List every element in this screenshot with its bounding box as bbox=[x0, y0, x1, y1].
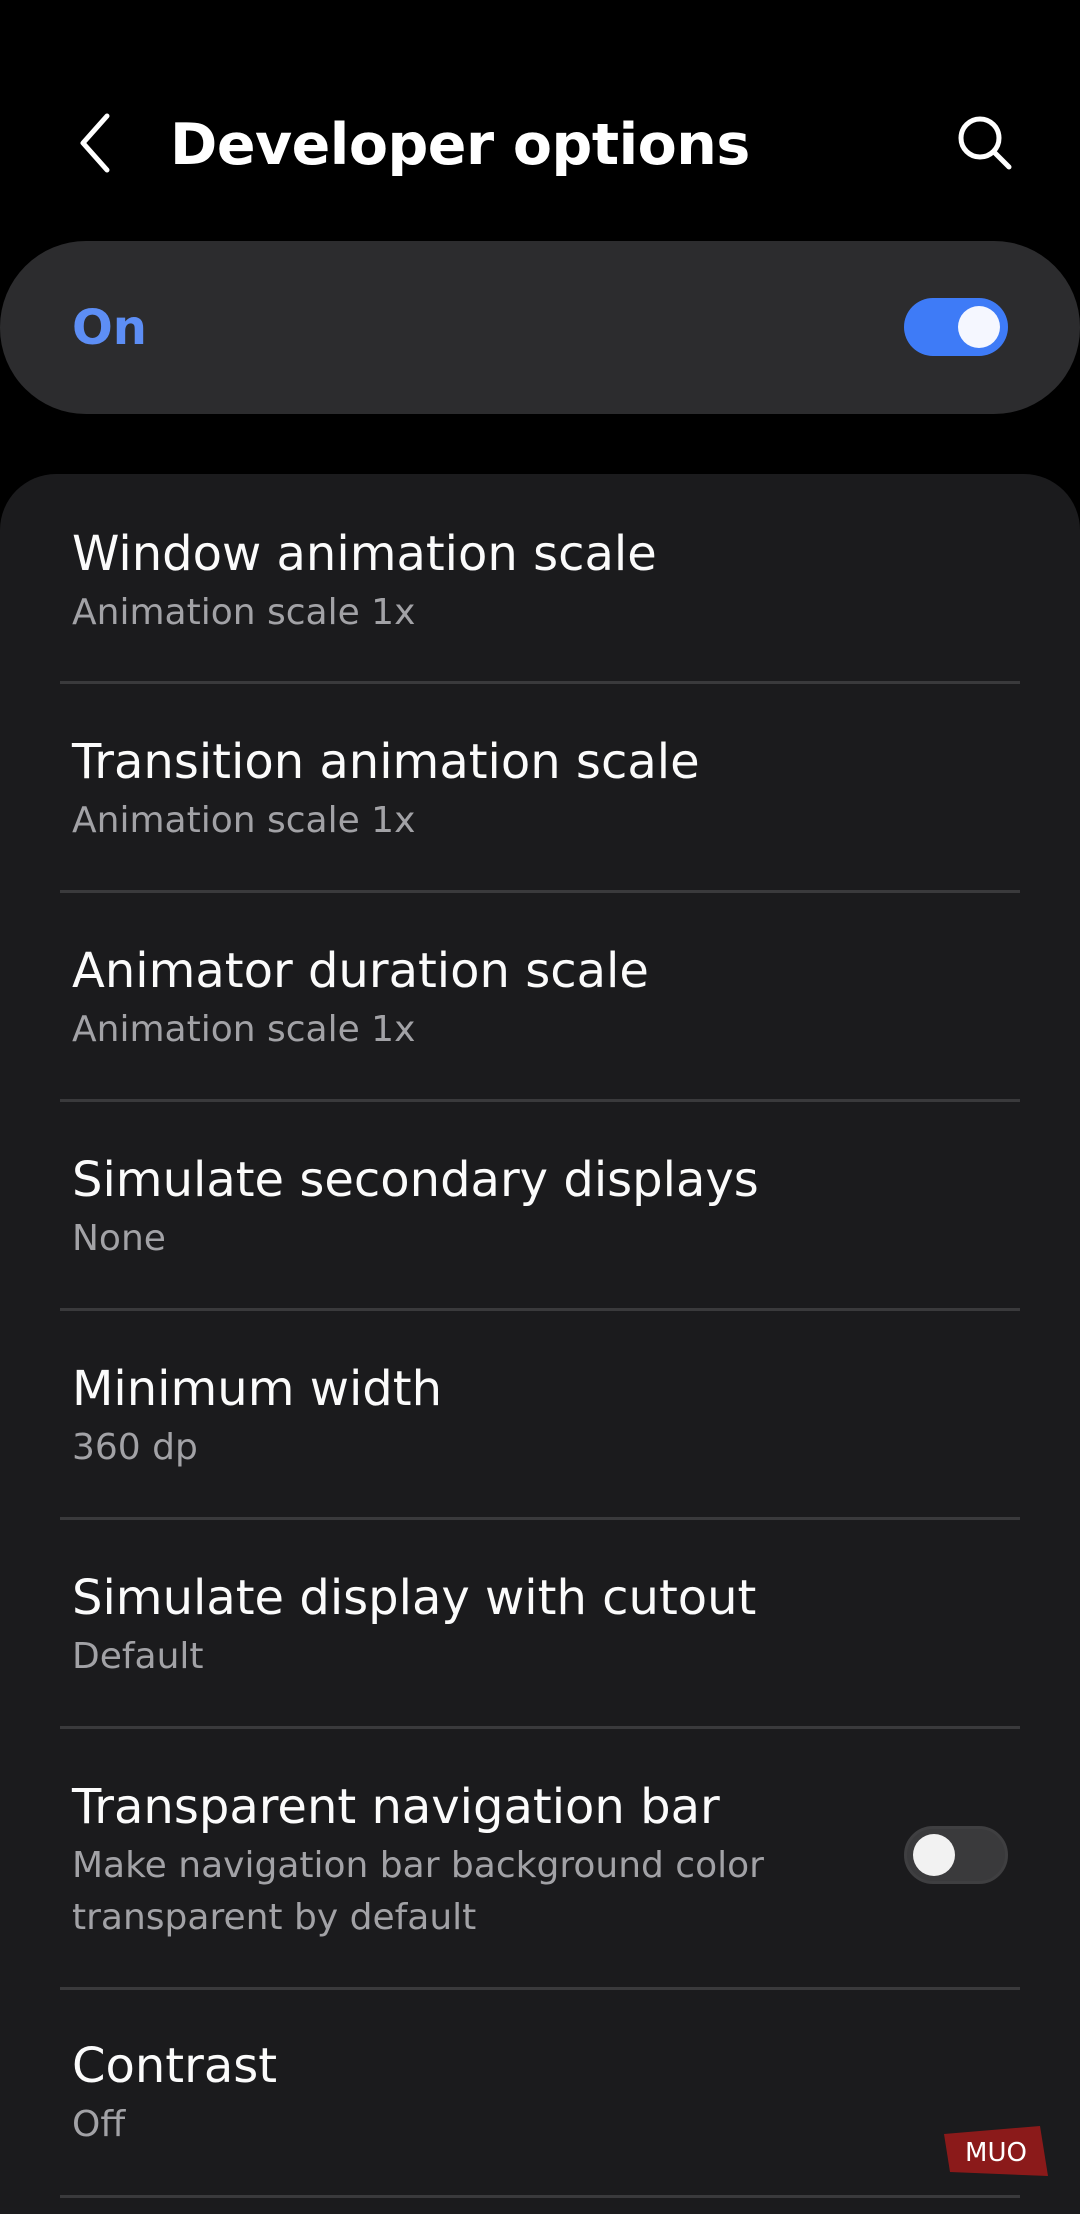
setting-description-line-2: transparent by default bbox=[72, 1897, 477, 1938]
setting-value: Animation scale 1x bbox=[72, 592, 416, 633]
chevron-left-icon bbox=[80, 113, 110, 173]
setting-title: Minimum width bbox=[72, 1361, 443, 1417]
setting-title: Animator duration scale bbox=[72, 943, 649, 999]
developer-options-screen: Developer options On Window animation sc… bbox=[0, 0, 1080, 2214]
search-icon bbox=[958, 116, 1012, 170]
back-button[interactable] bbox=[60, 108, 130, 178]
setting-value: Default bbox=[72, 1636, 204, 1677]
search-button[interactable] bbox=[950, 108, 1020, 178]
page-title: Developer options bbox=[170, 112, 750, 178]
setting-description-line-1: Make navigation bar background color bbox=[72, 1845, 764, 1886]
setting-value: 360 dp bbox=[72, 1427, 198, 1468]
setting-title: Transition animation scale bbox=[72, 734, 700, 790]
settings-list-card: Window animation scale Animation scale 1… bbox=[0, 474, 1080, 2214]
setting-value: Animation scale 1x bbox=[72, 1009, 416, 1050]
divider bbox=[60, 2195, 1020, 2198]
setting-title: Window animation scale bbox=[72, 526, 657, 582]
toggle-knob bbox=[958, 306, 1000, 348]
transparent-nav-bar-toggle[interactable] bbox=[904, 1826, 1008, 1884]
setting-minimum-width[interactable]: Minimum width 360 dp bbox=[0, 1311, 1080, 1517]
toggle-knob bbox=[913, 1834, 955, 1876]
setting-title: Transparent navigation bar bbox=[72, 1779, 720, 1835]
watermark-text: MUO bbox=[965, 2138, 1027, 2168]
setting-window-animation-scale[interactable]: Window animation scale Animation scale 1… bbox=[0, 474, 1080, 682]
setting-title: Simulate secondary displays bbox=[72, 1152, 759, 1208]
setting-title: Simulate display with cutout bbox=[72, 1570, 757, 1626]
app-bar: Developer options bbox=[0, 0, 1080, 240]
setting-value: Animation scale 1x bbox=[72, 800, 416, 841]
master-toggle-switch[interactable] bbox=[904, 298, 1008, 356]
muo-watermark-logo: MUO bbox=[944, 2126, 1048, 2176]
setting-transparent-navigation-bar[interactable]: Transparent navigation bar Make navigati… bbox=[0, 1729, 1080, 1987]
setting-simulate-secondary-displays[interactable]: Simulate secondary displays None bbox=[0, 1102, 1080, 1308]
setting-contrast[interactable]: Contrast Off bbox=[0, 1990, 1080, 2190]
master-switch-label: On bbox=[72, 299, 147, 356]
setting-value: None bbox=[72, 1218, 166, 1259]
developer-options-master-switch[interactable]: On bbox=[0, 241, 1080, 414]
setting-transition-animation-scale[interactable]: Transition animation scale Animation sca… bbox=[0, 684, 1080, 890]
setting-value: Off bbox=[72, 2104, 126, 2145]
setting-simulate-display-with-cutout[interactable]: Simulate display with cutout Default bbox=[0, 1520, 1080, 1726]
setting-animator-duration-scale[interactable]: Animator duration scale Animation scale … bbox=[0, 893, 1080, 1099]
setting-title: Contrast bbox=[72, 2038, 278, 2094]
